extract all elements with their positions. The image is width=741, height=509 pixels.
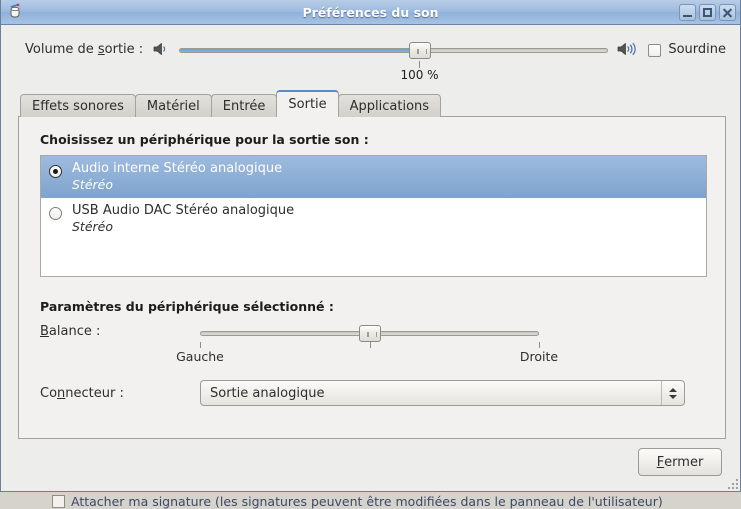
connector-row: Connecteur : Sortie analogique <box>40 380 707 406</box>
output-device-list[interactable]: Audio interne Stéréo analogique Stéréo USB… <box>40 155 707 277</box>
balance-tick-center <box>369 342 371 348</box>
volume-high-icon <box>616 39 638 62</box>
output-volume-row: Volume de sortie : 100 % Sourdine <box>1 25 740 82</box>
background-signature-label: Attacher ma signature (les signatures pe… <box>71 494 663 509</box>
output-volume-label-mnemonic: s <box>97 42 105 57</box>
device-radio[interactable] <box>49 165 62 178</box>
choose-device-title: Choisissez un périphérique pour la sorti… <box>40 132 369 147</box>
device-radio[interactable] <box>49 207 62 220</box>
mute-label: Sourdine <box>668 42 726 57</box>
balance-tick-right <box>539 342 540 348</box>
speaker-icon <box>7 3 25 21</box>
volume-trough[interactable] <box>179 48 609 53</box>
balance-label-mnemonic: B <box>40 324 49 339</box>
device-row[interactable]: Audio interne Stéréo analogique Stéréo <box>41 156 706 198</box>
connector-selected-value: Sortie analogique <box>210 385 325 401</box>
title-bar[interactable]: Préférences du son <box>1 0 740 25</box>
balance-label: Balance : <box>40 322 200 342</box>
connector-label-post: necteur : <box>65 385 124 401</box>
volume-fill <box>180 49 420 52</box>
device-text: Audio interne Stéréo analogique Stéréo <box>72 161 282 193</box>
close-button-label: ermer <box>664 454 704 470</box>
background-checkbox <box>52 495 65 508</box>
connector-label: Connecteur : <box>40 386 200 401</box>
tab-panel-sortie: Choisissez un périphérique pour la sorti… <box>18 116 726 439</box>
balance-right-label: Droite <box>519 349 559 364</box>
mute-checkbox[interactable] <box>648 43 662 57</box>
tab-sortie[interactable]: Sortie <box>276 90 339 117</box>
chevron-updown-icon[interactable] <box>661 381 684 405</box>
device-name: Audio interne Stéréo analogique <box>72 161 283 176</box>
output-volume-label: Volume de sortie : <box>25 39 143 61</box>
volume-thumb[interactable] <box>408 42 431 59</box>
device-detail: Stéréo <box>72 219 114 234</box>
sound-preferences-dialog: Préférences du son Volume de sortie : 10… <box>0 0 741 492</box>
balance-tick-left <box>200 342 201 348</box>
device-detail: Stéréo <box>72 177 114 192</box>
close-button[interactable]: Fermer <box>638 448 722 476</box>
device-row[interactable]: USB Audio DAC Stéréo analogique Stéréo <box>41 198 706 240</box>
resize-grip[interactable] <box>726 477 738 489</box>
device-name: USB Audio DAC Stéréo analogique <box>72 203 295 218</box>
volume-low-icon <box>151 39 171 62</box>
mute-checkbox-row[interactable]: Sourdine <box>648 39 726 61</box>
maximize-icon[interactable] <box>699 3 716 21</box>
output-volume-label-post: ortie : <box>104 42 144 57</box>
device-params-title: Paramètres du périphérique sélectionné : <box>40 299 334 314</box>
connector-label-pre: Co <box>40 385 58 401</box>
volume-tick <box>418 61 420 68</box>
output-volume-label-pre: Volume de <box>25 42 98 57</box>
balance-thumb[interactable] <box>358 325 381 342</box>
minimize-icon[interactable] <box>679 3 696 21</box>
connector-select[interactable]: Sortie analogique <box>200 380 685 406</box>
output-volume-slider[interactable]: 100 % <box>179 39 609 82</box>
close-icon[interactable] <box>719 3 736 21</box>
volume-percent-label: 100 % <box>400 68 439 82</box>
device-text: USB Audio DAC Stéréo analogique Stéréo <box>72 203 294 235</box>
dialog-footer: Fermer <box>1 439 740 491</box>
tab-strip: Effets sonores Matériel Entrée Sortie Applic… <box>18 89 726 117</box>
tab-effets-sonores[interactable]: Effets sonores <box>20 94 136 117</box>
tabs-area: Effets sonores Matériel Entrée Sortie Applic… <box>1 77 740 439</box>
balance-row: Balance : Gauche Droite <box>40 322 707 364</box>
window-controls <box>679 3 736 21</box>
balance-label-rest: alance : <box>48 324 101 339</box>
tab-entr-e[interactable]: Entrée <box>210 94 278 117</box>
balance-left-label: Gauche <box>176 349 224 364</box>
close-button-mnemonic: F <box>656 454 665 470</box>
tab-applications[interactable]: Applications <box>337 94 442 117</box>
background-signature-row: Attacher ma signature (les signatures pe… <box>52 494 663 509</box>
tab-mat-riel[interactable]: Matériel <box>134 94 212 117</box>
balance-slider[interactable]: Gauche Droite <box>176 322 558 364</box>
window-title: Préférences du son <box>302 4 439 20</box>
